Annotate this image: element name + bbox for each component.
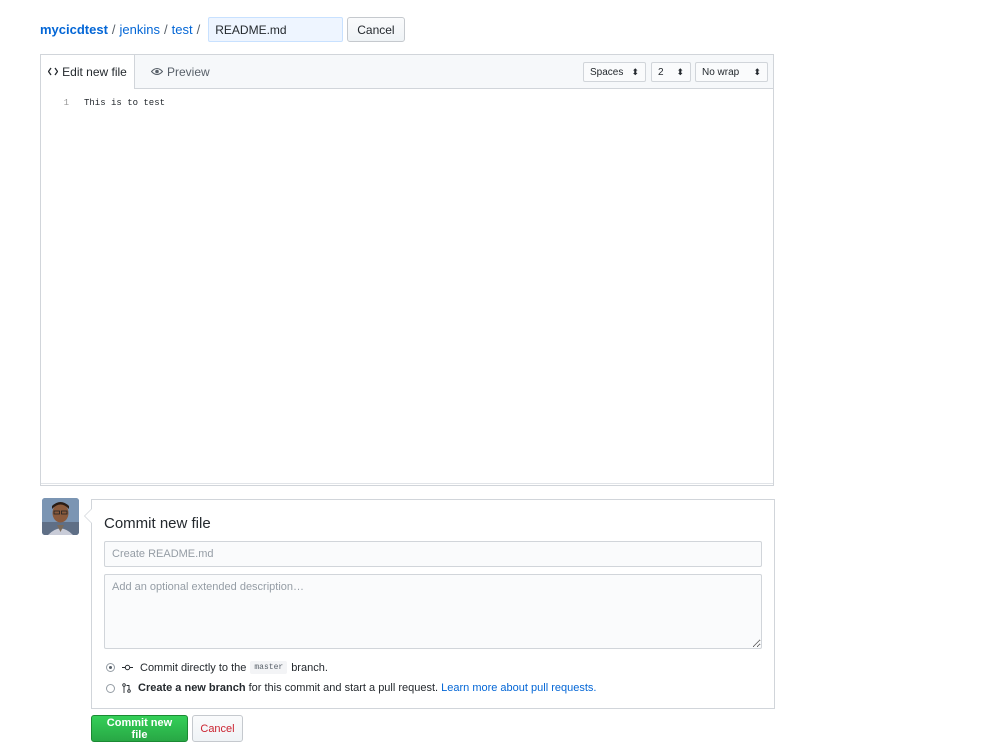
branch-name: master (250, 661, 288, 674)
breadcrumb-owner-link[interactable]: mycicdtest (40, 22, 108, 37)
commit-form: Commit new file Commit directly to the m… (84, 499, 775, 709)
commit-direct-option[interactable]: Commit directly to the master branch. (106, 661, 328, 674)
cancel-edit-button[interactable]: Cancel (347, 17, 405, 42)
breadcrumb-separator: / (111, 22, 116, 37)
tab-label: Edit new file (62, 65, 127, 79)
line-number: 1 (63, 98, 69, 108)
filename-input[interactable] (208, 17, 344, 42)
create-branch-radio[interactable] (106, 683, 115, 693)
commit-new-file-button[interactable]: Commit new file (91, 715, 188, 742)
select-arrows-icon: ⬍ (676, 66, 684, 77)
select-value: No wrap (702, 66, 740, 78)
breadcrumb-folder-link[interactable]: test (172, 22, 193, 37)
line-wrap-select[interactable]: No wrap ⬍ (695, 62, 768, 82)
breadcrumb-separator: / (164, 22, 168, 37)
indent-mode-select[interactable]: Spaces ⬍ (583, 62, 646, 82)
git-commit-icon (122, 664, 133, 671)
breadcrumb: mycicdtest / jenkins / test / Cancel (40, 17, 405, 42)
editor-bottom-border (41, 483, 773, 484)
code-icon (47, 65, 62, 79)
select-arrows-icon: ⬍ (631, 66, 639, 77)
breadcrumb-separator: / (196, 22, 201, 37)
commit-form-title: Commit new file (104, 515, 211, 532)
learn-more-pull-requests-link[interactable]: Learn more about pull requests. (441, 682, 596, 694)
select-arrows-icon: ⬍ (753, 66, 761, 77)
commit-description-textarea[interactable] (104, 574, 762, 649)
commit-summary-input[interactable] (104, 541, 762, 567)
code-line[interactable]: This is to test (84, 98, 165, 108)
cancel-button[interactable]: Cancel (192, 715, 243, 742)
avatar (42, 498, 79, 535)
breadcrumb-repo-link[interactable]: jenkins (120, 22, 160, 37)
tab-label: Preview (167, 65, 210, 79)
create-branch-text: for this commit and start a pull request… (248, 682, 439, 694)
indent-size-select[interactable]: 2 ⬍ (651, 62, 691, 82)
editor-header: Edit new file Preview Spaces ⬍ 2 ⬍ No wr… (41, 55, 773, 89)
create-branch-label: Create a new branch (138, 682, 246, 694)
select-value: 2 (658, 66, 664, 78)
commit-direct-text: Commit directly to the (140, 661, 247, 674)
git-pull-request-icon (122, 683, 131, 693)
create-branch-option[interactable]: Create a new branch for this commit and … (106, 682, 596, 694)
file-editor: Edit new file Preview Spaces ⬍ 2 ⬍ No wr… (40, 54, 774, 486)
commit-direct-suffix: branch. (291, 661, 328, 674)
eye-icon (150, 65, 167, 79)
select-value: Spaces (590, 66, 624, 78)
commit-direct-radio[interactable] (106, 663, 115, 672)
code-area[interactable]: 1 This is to test (41, 98, 165, 108)
tab-preview[interactable]: Preview (150, 55, 210, 89)
tab-edit-new-file[interactable]: Edit new file (41, 55, 135, 89)
